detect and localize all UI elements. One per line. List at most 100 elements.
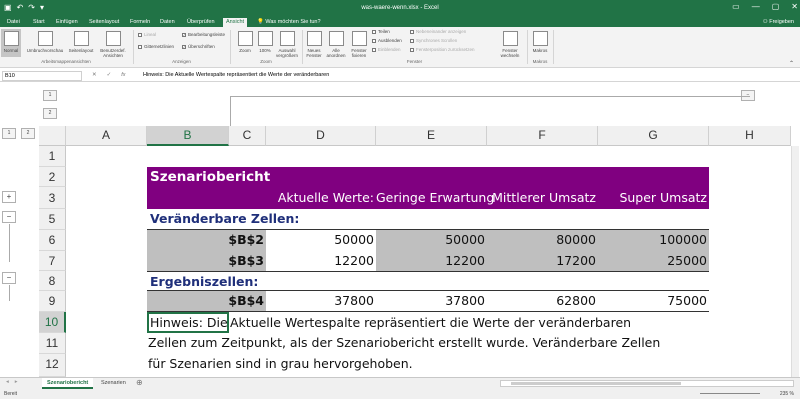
tab-datei[interactable]: Datei [4, 18, 23, 27]
minimize-icon[interactable]: — [752, 2, 760, 11]
cancel-icon[interactable]: ✕ [92, 71, 97, 80]
row-header-8[interactable]: 8 [39, 271, 66, 291]
unhide-label: Einblenden [378, 47, 401, 52]
column-header-f[interactable]: F [487, 126, 598, 146]
tab-ueberpruefen[interactable]: Überprüfen [184, 18, 218, 27]
row-outline-level-2[interactable]: 2 [43, 108, 57, 119]
enter-icon[interactable]: ✓ [107, 71, 112, 80]
row-expand-button[interactable]: + [2, 191, 16, 203]
new-window-button[interactable]: Neues Fenster [304, 31, 324, 58]
formula-bar-checkbox[interactable]: ✓ Bearbeitungsleiste [182, 32, 225, 38]
column-header-g[interactable]: G [598, 126, 709, 146]
note-line-2: Zellen zum Zeitpunkt, als der Szenariobe… [148, 335, 661, 350]
result-current-1: 37800 [334, 293, 374, 308]
row-header-12[interactable]: 12 [39, 354, 66, 377]
custom-views-label: Benutzerdef. Ansichten [100, 48, 126, 58]
select-all-corner[interactable] [39, 126, 66, 146]
horizontal-scrollbar[interactable] [500, 380, 794, 387]
zoom-button[interactable]: Zoom [234, 31, 256, 53]
prev-sheet-icon[interactable]: ◂ [6, 379, 9, 385]
name-box[interactable]: B10 [2, 71, 82, 81]
formula-input[interactable]: Hinweis: Die Aktuelle Wertespalte repräs… [143, 71, 329, 80]
changing-low-2: 12200 [376, 251, 487, 271]
column-header-h[interactable]: H [709, 126, 791, 146]
column-outline-level-2[interactable]: 2 [21, 128, 35, 139]
sync-scroll-button[interactable]: Synchrones Scrollen [410, 38, 457, 44]
side-by-side-button[interactable]: Nebeneinander anzeigen [410, 29, 466, 35]
changing-medium-1: 80000 [487, 230, 598, 251]
column-outline-level-1[interactable]: 1 [2, 128, 16, 139]
row-header-10[interactable]: 10 [39, 312, 66, 333]
ruler-check [138, 33, 142, 37]
active-cell-b10[interactable]: Hinweis: Die [147, 312, 229, 333]
horizontal-scroll-thumb[interactable] [511, 382, 681, 385]
share-button[interactable]: ⚇ Freigeben [763, 18, 794, 27]
arrange-all-label: Alle anordnen [326, 48, 346, 58]
unhide-button[interactable]: Einblenden [372, 47, 401, 53]
function-icon[interactable]: fx [121, 71, 125, 80]
row-header-7[interactable]: 7 [39, 251, 66, 271]
header-low: Geringe Erwartung [376, 190, 495, 205]
hide-button[interactable]: Ausblenden [372, 38, 402, 44]
column-header-b[interactable]: B [147, 126, 229, 146]
zoom-100-icon [257, 31, 273, 46]
zoom-level[interactable]: 235 % [780, 391, 794, 397]
sheet-tab-szenariobericht[interactable]: Szenariobericht [42, 378, 94, 389]
row-header-9[interactable]: 9 [39, 291, 66, 312]
unhide-icon [372, 48, 376, 52]
side-by-side-icon [410, 30, 414, 34]
column-header-a[interactable]: A [66, 126, 147, 146]
tab-einfuegen[interactable]: Einfügen [53, 18, 81, 27]
row-collapse-button[interactable]: − [2, 211, 16, 223]
tab-seitenlayout[interactable]: Seitenlayout [86, 18, 122, 27]
page-break-preview-button[interactable]: Umbruchvorschau [22, 31, 68, 53]
row-header-11[interactable]: 11 [39, 333, 66, 354]
split-button[interactable]: Teilen [372, 29, 390, 35]
headings-checkbox[interactable]: ✓ Überschriften [182, 44, 215, 50]
switch-windows-button[interactable]: Fenster wechseln [496, 31, 524, 58]
ruler-checkbox[interactable]: Lineal [138, 32, 156, 38]
row-header-2[interactable]: 2 [39, 167, 66, 187]
next-sheet-icon[interactable]: ▸ [15, 379, 18, 385]
row-outline-level-1[interactable]: 1 [43, 90, 57, 101]
tab-formeln[interactable]: Formeln [127, 18, 153, 27]
freeze-panes-button[interactable]: Fenster fixieren [348, 31, 370, 58]
column-header-e[interactable]: E [376, 126, 487, 146]
gridlines-checkbox[interactable]: Gitternetzlinien [138, 44, 174, 50]
reset-position-button[interactable]: Fensterposition zurücksetzen [410, 47, 475, 53]
zoom-100-button[interactable]: 100% [256, 31, 274, 53]
custom-views-button[interactable]: Benutzerdef. Ansichten [96, 31, 130, 58]
worksheet-grid[interactable]: Szenariobericht Aktuelle Werte: Geringe … [66, 146, 800, 377]
collapse-ribbon-icon[interactable]: ⌃ [789, 60, 794, 67]
group-label-views: Arbeitsmappenansichten [41, 59, 91, 64]
tell-me-box[interactable]: 💡 Was möchten Sie tun? [257, 18, 321, 27]
ribbon-options-icon[interactable]: ▭ [732, 2, 740, 11]
zoom-slider[interactable] [700, 393, 760, 394]
column-header-c[interactable]: C [229, 126, 266, 146]
zoom-selection-button[interactable]: Auswahl vergrößern [274, 31, 300, 58]
headings-label: Überschriften [188, 44, 215, 49]
sheet-tab-szenarien[interactable]: Szenarien [96, 378, 131, 389]
new-window-icon [306, 31, 322, 46]
page-layout-button[interactable]: Seitenlayout [66, 31, 96, 53]
arrange-all-button[interactable]: Alle anordnen [326, 31, 346, 58]
row-header-1[interactable]: 1 [39, 146, 66, 167]
column-header-d[interactable]: D [266, 126, 376, 146]
row-header-5[interactable]: 5 [39, 209, 66, 230]
tab-ansicht[interactable]: Ansicht [223, 18, 248, 27]
changing-super-1: 100000 [598, 230, 709, 251]
formula-bar-check: ✓ [182, 33, 186, 37]
row-header-6[interactable]: 6 [39, 230, 66, 251]
close-icon[interactable]: ✕ [791, 2, 798, 11]
row-header-3[interactable]: 3 [39, 187, 66, 209]
vertical-scrollbar[interactable] [791, 146, 799, 377]
tab-daten[interactable]: Daten [157, 18, 178, 27]
tab-start[interactable]: Start [30, 18, 48, 27]
normal-view-button[interactable]: Normal [1, 29, 21, 57]
person-icon: ⚇ [762, 19, 768, 25]
row-collapse-button-2[interactable]: − [2, 272, 16, 284]
maximize-icon[interactable]: ▢ [772, 2, 780, 11]
macros-button[interactable]: Makros [530, 31, 550, 53]
new-sheet-icon[interactable]: ⊕ [136, 378, 143, 387]
reset-position-label: Fensterposition zurücksetzen [416, 47, 475, 52]
